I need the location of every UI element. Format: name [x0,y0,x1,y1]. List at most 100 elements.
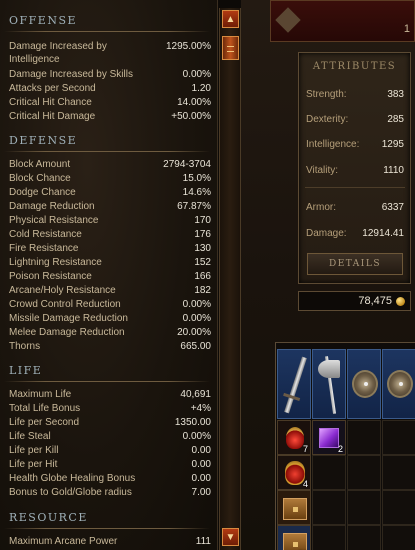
stat-row: Crowd Control Reduction 0.00% [9,298,211,311]
stat-label: Critical Hit Chance [9,97,92,108]
inventory-slot-empty[interactable] [382,490,415,525]
stat-value: 0.00 [191,459,211,470]
attribute-vitality: Vitality: 1110 [306,165,404,176]
stat-row: Fire Resistance 130 [9,242,211,255]
gold-coin-icon [396,297,405,306]
stat-row: Attacks per Second 1.20 [9,82,211,95]
inventory-slot-empty[interactable] [312,525,346,550]
stat-label: Dodge Chance [9,187,76,198]
stat-row: Missile Damage Reduction 0.00% [9,312,211,325]
inventory-item-ring[interactable]: 7 [277,420,311,455]
inventory-slot-empty[interactable] [382,420,415,455]
inventory-slot-empty[interactable] [347,420,381,455]
inventory-item-crafting-material[interactable] [277,490,311,525]
inventory-slot-empty[interactable] [347,490,381,525]
attribute-dexterity: Dexterity: 285 [306,114,404,125]
stat-row: Block Amount 2794-3704 [9,158,211,171]
inventory-slot-empty[interactable] [347,455,381,490]
scroll-up-button[interactable]: ▲ [222,10,239,28]
stack-count: 7 [302,444,308,454]
stat-label: Critical Hit Damage [9,111,96,122]
stat-value: +4% [190,403,211,414]
inventory-item-tome[interactable]: 20 [277,525,311,550]
stat-label: Life per Second [9,417,80,428]
tome-icon [283,533,307,550]
stat-label: Fire Resistance [9,243,79,254]
inventory-slot-empty[interactable] [312,490,346,525]
stats-scrollbar[interactable]: ▲ ▼ [219,8,241,550]
inventory-slot-empty[interactable] [382,525,415,550]
stat-row: Maximum Life 40,691 [9,388,211,401]
stat-row: Life Steal 0.00% [9,430,211,443]
stat-label: Lightning Resistance [9,257,102,268]
stat-label: Life per Kill [9,445,59,456]
inventory-slot-empty[interactable] [312,455,346,490]
section-divider [4,151,210,152]
stat-label: Crowd Control Reduction [9,299,121,310]
arrow-down-icon: ▼ [225,531,236,543]
stat-row: Critical Hit Damage +50.00% [9,110,211,123]
stat-value: 0.00 [191,445,211,456]
top-ornament-frame: 1 [270,0,415,42]
section-divider [4,31,210,32]
character-stats-panel: Offense Damage Increased by Intelligence … [0,0,218,550]
stack-count: 4 [302,479,308,489]
stat-value: 0.00% [182,299,211,310]
stat-value: +50.00% [171,111,211,122]
stat-label: Damage Increased by Skills [9,69,133,80]
stat-label: Maximum Arcane Power [9,536,118,547]
stat-value: 0.00% [182,313,211,324]
stat-value: 67.87% [177,201,211,212]
inventory-item-axe[interactable] [312,349,346,419]
inventory-item-shield[interactable] [382,349,415,419]
stat-value: 14.00% [177,97,211,108]
scroll-down-button[interactable]: ▼ [222,528,239,546]
stat-row: Critical Hit Chance 14.00% [9,96,211,109]
sword-icon [284,356,307,414]
stat-value: 182 [194,285,211,296]
gold-display: 78,475 [298,291,411,311]
stat-label: Damage Reduction [9,201,95,212]
stat-value: 170 [194,215,211,226]
stat-label: Missile Damage Reduction [9,313,128,324]
stat-label: Total Life Bonus [9,403,81,414]
stat-value: 40,691 [180,389,211,400]
inventory-item-potion[interactable]: 4 [277,455,311,490]
defense-section-title: Defense [9,134,78,147]
section-divider [4,528,210,529]
stat-row: Life per Kill 0.00 [9,444,211,457]
stat-value: 2794-3704 [163,159,211,170]
stat-row: Damage Increased by Skills 0.00% [9,68,211,81]
stat-value: 111 [195,536,211,547]
attribute-armor: Armor: 6337 [306,202,404,213]
stat-row: Block Chance 15.0% [9,172,211,185]
stat-row: Damage Increased by Intelligence 1295.00% [9,40,211,66]
ornament-number: 1 [403,23,410,35]
details-button[interactable]: Details [307,253,403,275]
life-section-title: Life [9,364,43,377]
stat-label: Maximum Life [9,389,72,400]
stat-label: Physical Resistance [9,215,99,226]
stat-value: 7.00 [191,487,211,498]
stat-value: 0.00% [182,69,211,80]
stat-row: Arcane/Holy Resistance 182 [9,284,211,297]
stat-label: Health Globe Healing Bonus [9,473,136,484]
stat-label: Block Chance [9,173,71,184]
crafting-chest-icon [283,498,307,520]
scroll-thumb[interactable] [222,36,239,60]
stat-label: Cold Resistance [9,229,82,240]
stat-row: Dodge Chance 14.6% [9,186,211,199]
stat-row: Bonus to Gold/Globe radius 7.00 [9,486,211,499]
ruby-ring-icon [286,427,304,449]
stat-row: Thorns 665.00 [9,340,211,353]
stat-label: Bonus to Gold/Globe radius [9,487,132,498]
stat-value: 20.00% [177,327,211,338]
shield-icon [352,370,378,398]
inventory-item-shield[interactable] [347,349,381,419]
attributes-divider [305,187,405,188]
inventory-slot-empty[interactable] [382,455,415,490]
inventory-item-sword[interactable] [277,349,311,419]
amethyst-gem-icon [319,428,339,448]
inventory-item-gem[interactable]: 2 [312,420,346,455]
inventory-slot-empty[interactable] [347,525,381,550]
